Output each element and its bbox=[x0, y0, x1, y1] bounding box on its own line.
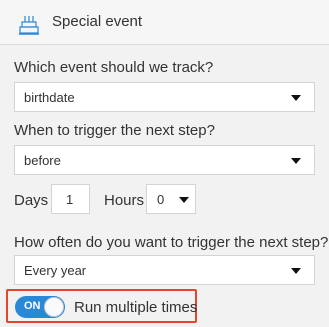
trigger-select[interactable]: before bbox=[14, 145, 315, 175]
frequency-select-value: Every year bbox=[24, 263, 87, 278]
cake-icon bbox=[19, 16, 39, 35]
hours-select[interactable]: 0 bbox=[146, 184, 196, 214]
chevron-down-icon bbox=[291, 158, 301, 164]
frequency-label: How often do you want to trigger the nex… bbox=[14, 234, 329, 251]
chevron-down-icon bbox=[291, 95, 301, 101]
run-multiple-toggle[interactable]: ON bbox=[15, 296, 65, 318]
trigger-select-value: before bbox=[24, 153, 61, 168]
panel-title: Special event bbox=[52, 13, 143, 30]
toggle-state-label: ON bbox=[24, 300, 41, 312]
frequency-select[interactable]: Every year bbox=[14, 255, 315, 285]
event-label: Which event should we track? bbox=[14, 59, 214, 76]
trigger-label: When to trigger the next step? bbox=[14, 122, 215, 139]
hours-select-value: 0 bbox=[157, 192, 165, 207]
event-select-value: birthdate bbox=[24, 90, 75, 105]
chevron-down-icon bbox=[179, 197, 189, 203]
run-multiple-label: Run multiple times bbox=[74, 299, 198, 316]
days-label: Days bbox=[14, 192, 49, 209]
panel-header: Special event bbox=[0, 0, 329, 45]
days-input-value: 1 bbox=[66, 192, 74, 207]
chevron-down-icon bbox=[291, 268, 301, 274]
hours-label: Hours bbox=[104, 192, 145, 209]
toggle-knob bbox=[44, 297, 64, 317]
event-select[interactable]: birthdate bbox=[14, 82, 315, 112]
days-input[interactable]: 1 bbox=[51, 184, 90, 214]
